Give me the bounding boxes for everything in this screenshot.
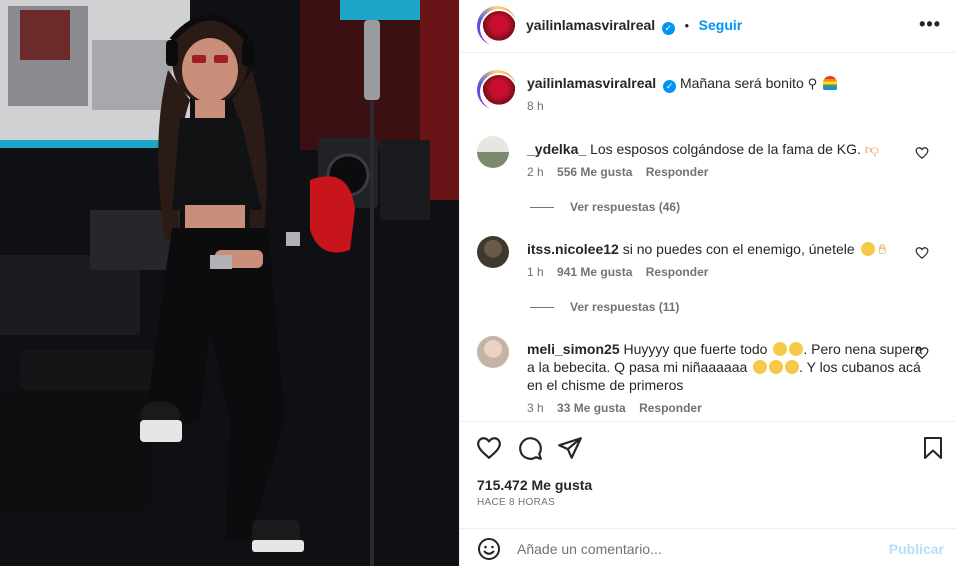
laughing-face-emoji-icon [785,360,800,374]
reply-button[interactable]: Responder [646,165,709,179]
post-actions: 715.472 Me gusta HACE 8 HORAS Publicar [460,421,956,561]
view-replies-label: Ver respuestas (11) [570,300,680,314]
comment-text: si no puedes con el enemigo, únetele [622,241,855,257]
comment-item: itss.nicolee12 si no puedes con el enemi… [477,236,937,316]
replies-divider [530,207,554,209]
reply-button[interactable]: Responder [646,265,709,279]
view-replies-button[interactable]: Ver respuestas (11) [530,300,679,314]
caption-meta: 8 h [527,99,554,113]
comment-text-line: _ydelka_ Los esposos colgándose de la fa… [527,140,927,158]
comment-likes[interactable]: 941 Me gusta [557,265,632,279]
comment-bubble-icon[interactable] [517,435,543,461]
caption-time: 8 h [527,99,544,113]
comment-time: 2 h [527,165,544,179]
publish-button[interactable]: Publicar [889,541,944,557]
comment-text-part-a: Huyyyy que fuerte todo [623,341,768,357]
verified-badge-icon: ✓ [663,80,677,93]
crying-face-emoji-icon [860,242,875,256]
add-comment-bar: Publicar [460,528,956,566]
comment-input[interactable] [517,537,857,561]
comment-likes[interactable]: 33 Me gusta [557,401,626,415]
view-replies-label: Ver respuestas (46) [570,200,681,214]
comment-username[interactable]: _ydelka_ [527,141,586,157]
heart-icon[interactable] [476,435,502,461]
comment-like-heart-icon[interactable] [915,146,929,160]
commenter-avatar[interactable] [477,236,509,268]
reply-button[interactable]: Responder [639,401,702,415]
comment-text: Los esposos colgándose de la fama de KG. [590,141,861,157]
commenter-avatar[interactable] [477,336,509,368]
paper-plane-icon[interactable] [557,435,583,461]
surprised-face-emoji-icon [773,342,788,356]
comment-time: 1 h [527,265,544,279]
comment-text-line: itss.nicolee12 si no puedes con el enemi… [527,240,927,258]
comment-meta: 1 h 941 Me gusta Responder [527,265,718,279]
separator-dot: • [684,18,690,33]
comment-like-heart-icon[interactable] [915,346,929,360]
follow-button[interactable]: Seguir [699,17,743,33]
magnifier-emoji-icon: ⚲ [807,76,818,91]
thumbs-down-emoji-icon: 👎︎ [864,141,880,157]
comment-meta: 3 h 33 Me gusta Responder [527,401,712,415]
post-side-panel: yailinlamasviralreal ✓ • Seguir ••• yail… [459,0,956,566]
caption-text-line: yailinlamasviralreal ✓ Mañana será bonit… [527,74,927,93]
comment-item: meli_simon25 Huyyyy que fuerte todo . Pe… [477,336,937,416]
raised-hand-emoji-icon: ✋︎ [878,241,887,257]
comment-like-heart-icon[interactable] [915,246,929,260]
comment-username[interactable]: meli_simon25 [527,341,620,357]
commenter-avatar[interactable] [477,136,509,168]
bookmark-icon[interactable] [921,435,945,461]
comment-item: _ydelka_ Los esposos colgándose de la fa… [477,136,937,216]
view-replies-button[interactable]: Ver respuestas (46) [530,200,680,214]
comment-username[interactable]: itss.nicolee12 [527,241,619,257]
verified-badge-icon: ✓ [661,22,675,35]
studio-photo-illustration [0,0,459,566]
laughing-face-emoji-icon [753,360,768,374]
comments-list[interactable]: yailinlamasviralreal ✓ Mañana será bonit… [460,54,956,420]
caption-author-avatar[interactable] [477,70,518,111]
author-avatar[interactable] [477,6,518,47]
rainbow-emoji-icon [823,76,838,90]
post-timestamp: HACE 8 HORAS [477,497,556,508]
comment-time: 3 h [527,401,544,415]
caption-author-username[interactable]: yailinlamasviralreal [527,75,656,91]
caption-text: Mañana será bonito [679,75,804,91]
comment-text-line: meli_simon25 Huyyyy que fuerte todo . Pe… [527,340,927,394]
replies-divider [530,307,554,309]
post-header: yailinlamasviralreal ✓ • Seguir ••• [460,0,956,53]
caption: yailinlamasviralreal ✓ Mañana será bonit… [477,70,937,120]
more-options-icon[interactable]: ••• [919,14,941,35]
laughing-face-emoji-icon [789,342,804,356]
author-username[interactable]: yailinlamasviralreal [526,17,655,33]
post-photo[interactable] [0,0,459,566]
laughing-face-emoji-icon [769,360,784,374]
comment-meta: 2 h 556 Me gusta Responder [527,165,718,179]
smiley-icon[interactable] [477,537,501,561]
likes-count[interactable]: 715.472 Me gusta [477,477,592,493]
comment-likes[interactable]: 556 Me gusta [557,165,632,179]
author-line: yailinlamasviralreal ✓ • Seguir [526,17,742,35]
